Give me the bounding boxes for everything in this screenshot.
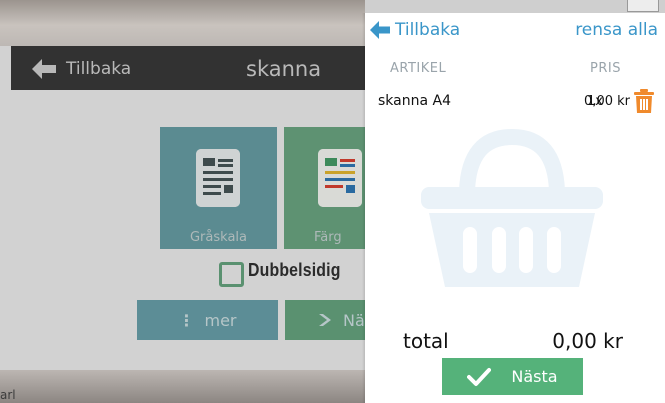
duplex-checkbox[interactable] xyxy=(219,262,244,287)
column-header-price: PRIS xyxy=(590,61,621,76)
arrow-left-icon xyxy=(32,59,56,79)
bg-back-button[interactable]: Tillbaka xyxy=(30,56,131,82)
next-button[interactable]: Nästa xyxy=(442,358,583,395)
vertical-dots-icon: ⋮ xyxy=(178,310,195,330)
document-gray-icon xyxy=(196,149,240,207)
duplex-label: Dubbelsidig xyxy=(248,260,341,280)
basket-icon xyxy=(421,129,603,287)
trash-icon[interactable] xyxy=(633,89,655,113)
next-label: Nästa xyxy=(511,367,558,386)
option-color-label: Färg xyxy=(314,230,342,245)
cart-top-strip xyxy=(365,0,665,13)
document-color-icon xyxy=(318,149,362,207)
clear-all-button[interactable]: rensa alla xyxy=(575,20,658,40)
cart-back-label: Tillbaka xyxy=(395,20,461,40)
column-header-article: ARTIKEL xyxy=(390,61,447,76)
cart-tab xyxy=(627,0,659,12)
cart-back-button[interactable]: Tillbaka xyxy=(369,20,460,40)
more-button[interactable]: ⋮ mer xyxy=(137,300,278,340)
cart-panel: Tillbaka rensa alla ARTIKEL PRIS skanna … xyxy=(365,13,665,403)
arrow-left-icon xyxy=(370,21,390,39)
option-grayscale[interactable]: Gråskala xyxy=(160,127,277,249)
cart-item-row: skanna A4 1x 0,00 kr xyxy=(378,89,657,115)
cart-item-name: skanna A4 xyxy=(378,93,451,109)
double-chevron-icon xyxy=(319,314,331,326)
total-value: 0,00 kr xyxy=(552,329,623,353)
checkmark-icon xyxy=(467,367,492,386)
cart-item-price: 0,00 kr xyxy=(584,94,630,109)
more-label: mer xyxy=(204,310,237,330)
bg-back-label: Tillbaka xyxy=(66,59,132,79)
bg-next-button[interactable]: Nä xyxy=(285,300,365,340)
option-color[interactable]: Färg xyxy=(284,127,365,249)
page-title: skanna xyxy=(246,57,322,81)
total-label: total xyxy=(403,329,449,353)
option-grayscale-label: Gråskala xyxy=(189,230,247,245)
corner-text: arl xyxy=(0,388,16,402)
